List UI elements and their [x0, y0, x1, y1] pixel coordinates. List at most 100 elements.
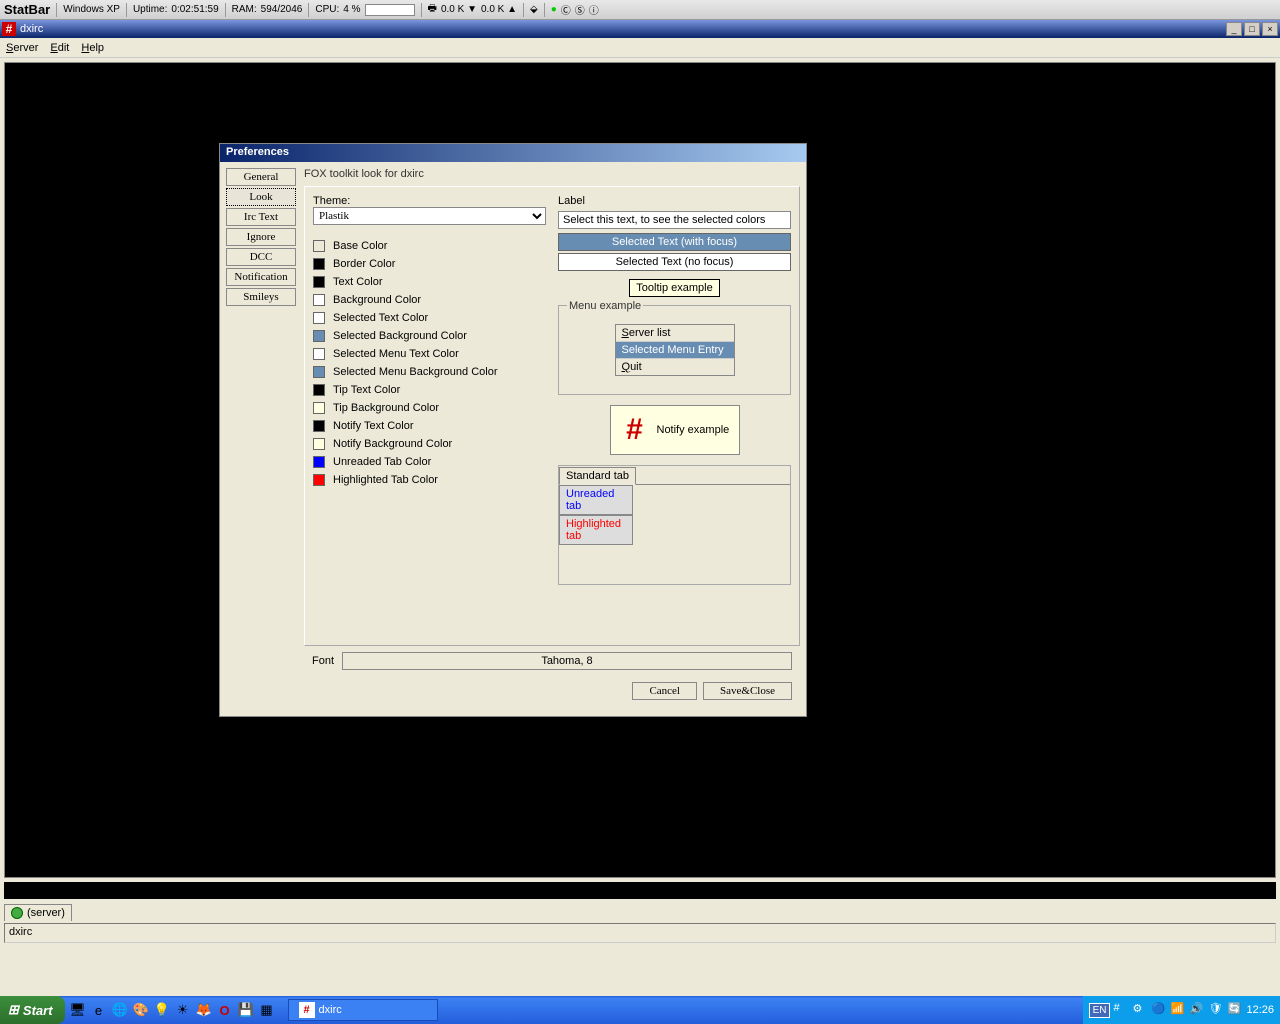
taskbar: ⊞ Start 🖥 e 🌐 🎨 💡 ☀ 🦊 O 💾 ▦ # dxirc EN #… — [0, 996, 1280, 1024]
ql-desktop-icon[interactable]: 🖥 — [69, 1001, 87, 1019]
taskbar-dxirc[interactable]: # dxirc — [288, 999, 438, 1021]
windows-icon: ⊞ — [8, 1002, 19, 1018]
status-n-icon: ● — [551, 4, 557, 15]
tab-irctext[interactable]: Irc Text — [226, 208, 296, 226]
preview-tabs: Standard tab Unreaded tab Highlighted ta… — [558, 465, 791, 585]
channel-tabs: (server) — [0, 899, 1280, 921]
start-button[interactable]: ⊞ Start — [0, 996, 65, 1024]
tray-volume-icon[interactable]: 🔊 — [1189, 1002, 1205, 1018]
swatch-background[interactable] — [313, 294, 325, 306]
status-c-icon: Ⓒ — [561, 2, 571, 17]
save-close-button[interactable]: Save&Close — [703, 682, 792, 700]
ram-label: RAM: — [232, 4, 257, 15]
swatch-selmenu[interactable] — [313, 348, 325, 360]
theme-label: Theme: — [313, 195, 546, 207]
ql-bulb-icon[interactable]: 💡 — [153, 1001, 171, 1019]
titlebar: # dxirc _ □ × — [0, 20, 1280, 38]
swatch-unreadtab[interactable] — [313, 456, 325, 468]
ql-sun-icon[interactable]: ☀ — [174, 1001, 192, 1019]
hash-icon: # — [299, 1002, 315, 1018]
preview-notify: # Notify example — [610, 405, 740, 455]
statbar-brand: StatBar — [4, 2, 50, 17]
menu-serverlist[interactable]: Server list — [616, 325, 734, 342]
minimize-button[interactable]: _ — [1226, 22, 1242, 36]
prefs-description: FOX toolkit look for dxirc — [304, 168, 800, 180]
tab-unreaded[interactable]: Unreaded tab — [559, 485, 633, 515]
hash-icon: # — [617, 412, 653, 448]
color-list: Base Color Border Color Text Color Backg… — [313, 237, 546, 489]
dialog-title: Preferences — [220, 144, 806, 162]
tab-general[interactable]: General — [226, 168, 296, 186]
ql-app-icon[interactable]: ▦ — [258, 1001, 276, 1019]
net-down: 0.0 K ▼ — [441, 4, 477, 15]
tray-icon-7[interactable]: 🔄 — [1227, 1002, 1243, 1018]
language-indicator[interactable]: EN — [1089, 1003, 1111, 1018]
system-tray: EN # ⚙ 🔵 📶 🔊 🛡 🔄 12:26 — [1083, 996, 1280, 1024]
font-label: Font — [312, 655, 334, 667]
preview-sel-nofocus: Selected Text (no focus) — [558, 253, 791, 271]
preview-menu-group: Menu example Server list Selected Menu E… — [558, 305, 791, 395]
menu-server[interactable]: Server — [6, 42, 38, 54]
main-area: Preferences General Look Irc Text Ignore… — [4, 62, 1276, 878]
status-dot-icon — [11, 907, 23, 919]
app-icon: # — [2, 22, 16, 36]
tab-standard[interactable]: Standard tab — [559, 467, 636, 485]
font-button[interactable]: Tahoma, 8 — [342, 652, 792, 670]
preview-label-text[interactable]: Select this text, to see the selected co… — [558, 211, 791, 229]
ql-paint-icon[interactable]: 🎨 — [132, 1001, 150, 1019]
tray-icon-1[interactable]: # — [1113, 1002, 1129, 1018]
preview-tooltip: Tooltip example — [629, 279, 719, 297]
menu-selected-entry[interactable]: Selected Menu Entry — [616, 342, 734, 359]
ql-ie-icon[interactable]: e — [90, 1001, 108, 1019]
ql-firefox-icon[interactable]: 🦊 — [195, 1001, 213, 1019]
preview-sel-focus: Selected Text (with focus) — [558, 233, 791, 251]
disk-icon: ⬙ — [530, 4, 538, 15]
swatch-hilighttab[interactable] — [313, 474, 325, 486]
prefs-category-list: General Look Irc Text Ignore DCC Notific… — [226, 168, 296, 710]
swatch-base[interactable] — [313, 240, 325, 252]
tab-ignore[interactable]: Ignore — [226, 228, 296, 246]
close-button[interactable]: × — [1262, 22, 1278, 36]
tab-highlighted[interactable]: Highlighted tab — [559, 515, 633, 545]
tab-look[interactable]: Look — [226, 188, 296, 206]
net-up: 0.0 K ▲ — [481, 4, 517, 15]
swatch-selmenubg[interactable] — [313, 366, 325, 378]
statusbar: dxirc — [4, 923, 1276, 943]
tab-smileys[interactable]: Smileys — [226, 288, 296, 306]
swatch-notifybg[interactable] — [313, 438, 325, 450]
swatch-border[interactable] — [313, 258, 325, 270]
preferences-dialog: Preferences General Look Irc Text Ignore… — [219, 143, 807, 717]
tab-dcc[interactable]: DCC — [226, 248, 296, 266]
swatch-text[interactable] — [313, 276, 325, 288]
quick-launch: 🖥 e 🌐 🎨 💡 ☀ 🦊 O 💾 ▦ — [69, 1001, 276, 1019]
cpu-label: CPU: — [315, 4, 339, 15]
swatch-tiptext[interactable] — [313, 384, 325, 396]
cancel-button[interactable]: Cancel — [632, 682, 697, 700]
swatch-notifytext[interactable] — [313, 420, 325, 432]
swatch-seltext[interactable] — [313, 312, 325, 324]
cpu-value: 4 % — [343, 4, 360, 15]
server-tab[interactable]: (server) — [4, 904, 72, 921]
tab-notification[interactable]: Notification — [226, 268, 296, 286]
status-info-icon: ⓘ — [589, 2, 599, 17]
swatch-selbg[interactable] — [313, 330, 325, 342]
status-s-icon: Ⓢ — [575, 2, 585, 17]
tray-icon-2[interactable]: ⚙ — [1132, 1002, 1148, 1018]
menu-edit[interactable]: Edit — [50, 42, 69, 54]
ql-globe-icon[interactable]: 🌐 — [111, 1001, 129, 1019]
swatch-tipbg[interactable] — [313, 402, 325, 414]
input-strip[interactable] — [4, 882, 1276, 899]
theme-select[interactable]: Plastik — [313, 207, 546, 225]
menu-quit[interactable]: Quit — [616, 359, 734, 375]
statbar: StatBar Windows XP Uptime: 0:02:51:59 RA… — [0, 0, 1280, 20]
tray-icon-4[interactable]: 📶 — [1170, 1002, 1186, 1018]
statbar-os: Windows XP — [63, 4, 120, 15]
ql-save-icon[interactable]: 💾 — [237, 1001, 255, 1019]
tray-icon-3[interactable]: 🔵 — [1151, 1002, 1167, 1018]
maximize-button[interactable]: □ — [1244, 22, 1260, 36]
tray-icon-6[interactable]: 🛡 — [1208, 1002, 1224, 1018]
menu-help[interactable]: Help — [81, 42, 104, 54]
tray-clock[interactable]: 12:26 — [1246, 1004, 1274, 1016]
preview-label-heading: Label — [558, 195, 791, 207]
ql-opera-icon[interactable]: O — [216, 1001, 234, 1019]
